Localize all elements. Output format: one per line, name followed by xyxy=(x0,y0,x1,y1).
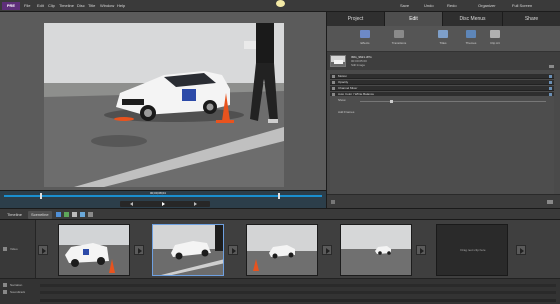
track-toggle-icon[interactable] xyxy=(3,247,7,251)
transition-button[interactable] xyxy=(38,245,48,255)
add-media-icon[interactable] xyxy=(56,212,61,217)
menu-bar: PRE File Edit Clip Timeline Disc Title W… xyxy=(0,0,560,12)
menu-clip[interactable]: Clip xyxy=(48,3,55,8)
property-label: Add Frames xyxy=(338,110,355,114)
toggle-visibility-icon[interactable] xyxy=(549,75,552,78)
tab-share[interactable]: Share xyxy=(503,12,560,26)
properties-footer xyxy=(327,194,560,208)
menu-window[interactable]: Window xyxy=(100,3,114,8)
transition-button[interactable] xyxy=(416,245,426,255)
tab-edit[interactable]: Edit xyxy=(385,12,443,26)
scrub-handle-out[interactable] xyxy=(278,193,280,199)
effect-row-motion[interactable]: Motion xyxy=(330,74,554,79)
scrub-handle-in[interactable] xyxy=(40,193,42,199)
delete-icon[interactable] xyxy=(331,200,335,204)
organizer-button[interactable]: Organizer xyxy=(478,3,496,8)
toggle-visibility-icon[interactable] xyxy=(549,87,552,90)
playback-controls xyxy=(120,201,210,207)
menu-disc[interactable]: Disc xyxy=(77,3,85,8)
settings-icon[interactable] xyxy=(547,200,553,204)
narration-track-lane[interactable] xyxy=(40,284,556,287)
audio-icon[interactable] xyxy=(64,212,69,217)
titles-icon xyxy=(438,30,448,38)
transition-button[interactable] xyxy=(228,245,238,255)
tasks-panel: Project Edit Disc Menus Share Effects Tr… xyxy=(326,12,560,208)
expand-icon[interactable] xyxy=(332,75,335,78)
themes-icon xyxy=(466,30,476,38)
narration-track-icon[interactable] xyxy=(3,283,7,287)
play-icon[interactable] xyxy=(162,202,165,206)
tab-project[interactable]: Project xyxy=(327,12,385,26)
transition-button[interactable] xyxy=(516,245,526,255)
property-label: Show xyxy=(338,98,346,102)
property-slider[interactable] xyxy=(360,101,546,102)
clip-thumbnail-image xyxy=(341,225,411,275)
smart-fix-icon[interactable] xyxy=(80,212,85,217)
previous-icon[interactable] xyxy=(130,202,133,206)
toggle-visibility-icon[interactable] xyxy=(549,81,552,84)
scene-clip[interactable] xyxy=(340,224,412,276)
mouse-cursor-highlight xyxy=(276,0,285,7)
undo-button[interactable]: Undo xyxy=(424,3,434,8)
effect-row-channel-mixer[interactable]: Channel Mixer xyxy=(330,86,554,91)
transition-button[interactable] xyxy=(322,245,332,255)
clip-thumbnail-image xyxy=(247,225,317,275)
drop-target[interactable]: Drag next clip here xyxy=(436,224,508,276)
clip-type: Still Image xyxy=(351,63,366,67)
expand-icon[interactable] xyxy=(332,87,335,90)
full-screen-button[interactable]: Full Screen xyxy=(512,3,532,8)
menu-help[interactable]: Help xyxy=(117,3,125,8)
soundtrack-track-lane[interactable] xyxy=(40,291,556,294)
clip-thumbnail-image xyxy=(59,225,129,275)
narration-track-label: Narration xyxy=(10,283,23,287)
properties-area: Show Add Frames xyxy=(330,96,554,196)
horizontal-scrollbar[interactable] xyxy=(40,299,556,302)
menu-edit[interactable]: Edit xyxy=(37,3,44,8)
subtab-clip-art[interactable]: Clip Art xyxy=(479,27,511,51)
menu-timeline[interactable]: Timeline xyxy=(59,3,74,8)
redo-button[interactable]: Redo xyxy=(447,3,457,8)
scrub-track[interactable] xyxy=(4,195,322,197)
transitions-icon xyxy=(394,30,404,38)
scene-clip-selected[interactable] xyxy=(152,224,224,276)
expand-icon[interactable] xyxy=(332,81,335,84)
edit-subtabs: Effects Transitions Titles Themes Clip A… xyxy=(327,26,560,52)
menu-title[interactable]: Title xyxy=(88,3,95,8)
scrubber-timecode: 00;00;08;04 xyxy=(150,191,166,195)
trash-icon[interactable] xyxy=(88,212,93,217)
next-icon[interactable] xyxy=(194,202,197,206)
sceneline-track: Video Drag next clip here xyxy=(0,220,560,278)
audio-tracks: Narration Soundtrack xyxy=(0,278,560,304)
track-header: Video xyxy=(0,220,36,278)
menu-file[interactable]: File xyxy=(24,3,30,8)
drop-target-label: Drag next clip here xyxy=(460,248,486,252)
subtab-effects[interactable]: Effects xyxy=(349,27,381,51)
save-button[interactable]: Save xyxy=(400,3,409,8)
soundtrack-track-icon[interactable] xyxy=(3,290,7,294)
app-logo: PRE xyxy=(2,2,20,10)
soundtrack-track-label: Soundtrack xyxy=(10,290,26,294)
scene-clip[interactable] xyxy=(246,224,318,276)
clip-art-icon xyxy=(490,30,500,38)
scrubber-bar[interactable]: 00;00;08;04 xyxy=(0,190,326,208)
clip-info: IMG_9621.JPG 00:00:05:00 Still Image xyxy=(327,52,560,70)
tab-sceneline[interactable]: Sceneline xyxy=(28,211,52,219)
subtab-transitions[interactable]: Transitions xyxy=(383,27,415,51)
clip-thumbnail xyxy=(330,55,346,67)
scene-clip[interactable] xyxy=(58,224,130,276)
tab-timeline[interactable]: Timeline xyxy=(4,211,25,219)
effects-icon xyxy=(360,30,370,38)
clip-thumbnail-image xyxy=(331,56,345,66)
clip-thumbnail-image xyxy=(153,225,223,275)
transition-button[interactable] xyxy=(134,245,144,255)
narration-icon[interactable] xyxy=(72,212,77,217)
tab-disc-menus[interactable]: Disc Menus xyxy=(443,12,503,26)
effect-row-opacity[interactable]: Opacity xyxy=(330,80,554,85)
track-label: Video xyxy=(10,247,18,251)
monitor-preview[interactable] xyxy=(44,23,284,187)
panel-menu-icon[interactable] xyxy=(549,65,554,68)
property-slider-handle[interactable] xyxy=(390,100,393,103)
timeline-header: Timeline Sceneline xyxy=(0,208,560,220)
preview-image xyxy=(44,23,284,187)
